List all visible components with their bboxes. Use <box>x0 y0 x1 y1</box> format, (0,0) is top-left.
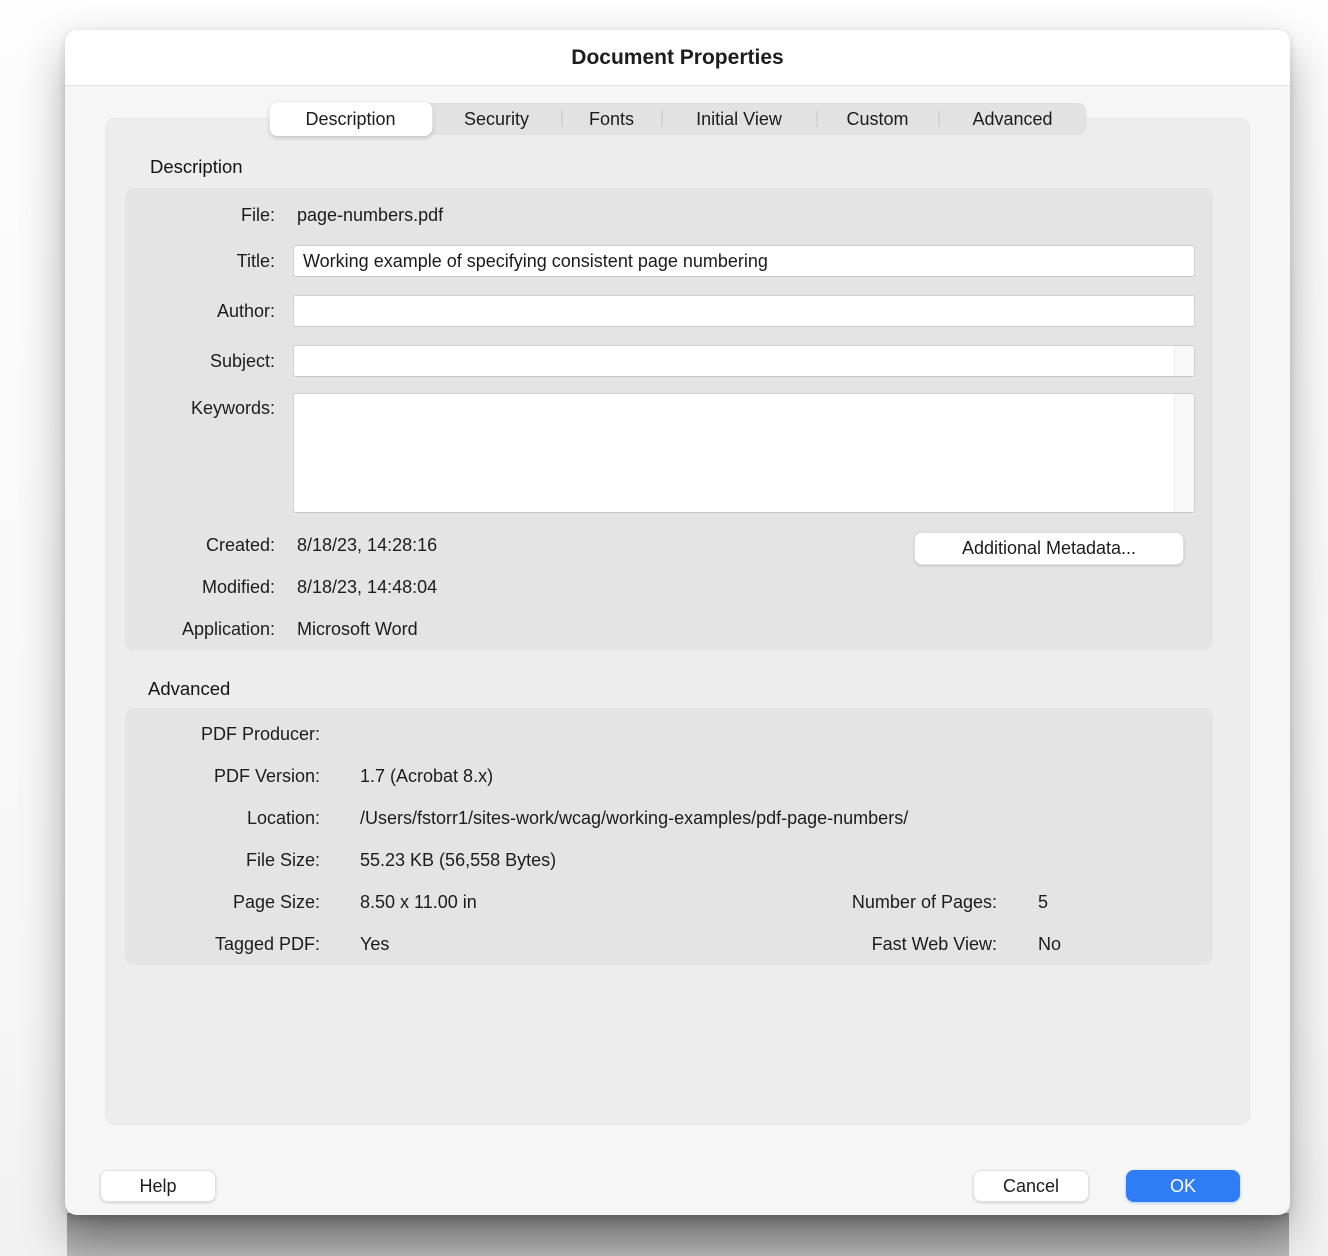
tab-fonts[interactable]: Fonts <box>562 103 661 135</box>
file-size-label: File Size: <box>125 847 320 873</box>
location-value: /Users/fstorr1/sites-work/wcag/working-e… <box>360 805 908 831</box>
desktop-backdrop: Document Properties Description File: pa… <box>0 0 1328 1256</box>
tab-description[interactable]: Description <box>269 102 432 136</box>
ok-button[interactable]: OK <box>1126 1170 1240 1202</box>
document-properties-dialog: Document Properties Description File: pa… <box>65 30 1290 1215</box>
number-of-pages-label: Number of Pages: <box>677 889 997 915</box>
title-field-wrap <box>293 245 1195 277</box>
dialog-title: Document Properties <box>571 46 783 70</box>
description-section-header: Description <box>150 154 243 180</box>
additional-metadata-button[interactable]: Additional Metadata... <box>914 532 1184 565</box>
tab-advanced[interactable]: Advanced <box>939 103 1086 135</box>
title-input[interactable] <box>293 245 1195 277</box>
number-of-pages-value: 5 <box>1038 889 1048 915</box>
subject-label: Subject: <box>125 348 275 374</box>
created-value: 8/18/23, 14:28:16 <box>297 532 437 558</box>
description-group: File: page-numbers.pdf Title: Author: Su… <box>125 188 1213 650</box>
tab-bar: Description Security Fonts Initial View … <box>269 103 1086 135</box>
application-label: Application: <box>125 616 275 642</box>
application-value: Microsoft Word <box>297 616 418 642</box>
pdf-version-label: PDF Version: <box>125 763 320 789</box>
modified-value: 8/18/23, 14:48:04 <box>297 574 437 600</box>
tab-custom[interactable]: Custom <box>817 103 938 135</box>
background-window-edge <box>67 1213 1289 1256</box>
tab-security[interactable]: Security <box>432 103 561 135</box>
author-label: Author: <box>125 298 275 324</box>
properties-panel: Description File: page-numbers.pdf Title… <box>105 118 1250 1125</box>
pdf-version-value: 1.7 (Acrobat 8.x) <box>360 763 493 789</box>
created-label: Created: <box>125 532 275 558</box>
page-size-value: 8.50 x 11.00 in <box>360 889 477 915</box>
file-size-value: 55.23 KB (56,558 Bytes) <box>360 847 556 873</box>
subject-field-wrap <box>293 345 1195 377</box>
help-button[interactable]: Help <box>100 1170 216 1202</box>
tagged-pdf-label: Tagged PDF: <box>125 931 320 957</box>
tagged-pdf-value: Yes <box>360 931 389 957</box>
author-field-wrap <box>293 295 1195 327</box>
subject-input[interactable] <box>293 345 1195 377</box>
title-label: Title: <box>125 248 275 274</box>
cancel-button[interactable]: Cancel <box>973 1170 1089 1202</box>
page-size-label: Page Size: <box>125 889 320 915</box>
keywords-label: Keywords: <box>125 395 275 421</box>
keywords-textarea[interactable] <box>293 393 1195 513</box>
location-label: Location: <box>125 805 320 831</box>
modified-label: Modified: <box>125 574 275 600</box>
author-input[interactable] <box>293 295 1195 327</box>
tab-initial-view[interactable]: Initial View <box>662 103 816 135</box>
keywords-field-wrap <box>293 393 1195 513</box>
file-label: File: <box>125 202 275 228</box>
dialog-titlebar: Document Properties <box>65 30 1290 86</box>
pdf-producer-label: PDF Producer: <box>125 721 320 747</box>
advanced-group: PDF Producer: PDF Version: 1.7 (Acrobat … <box>125 708 1213 965</box>
advanced-section-header: Advanced <box>148 676 230 702</box>
file-value: page-numbers.pdf <box>297 202 443 228</box>
fast-web-view-label: Fast Web View: <box>677 931 997 957</box>
fast-web-view-value: No <box>1038 931 1061 957</box>
